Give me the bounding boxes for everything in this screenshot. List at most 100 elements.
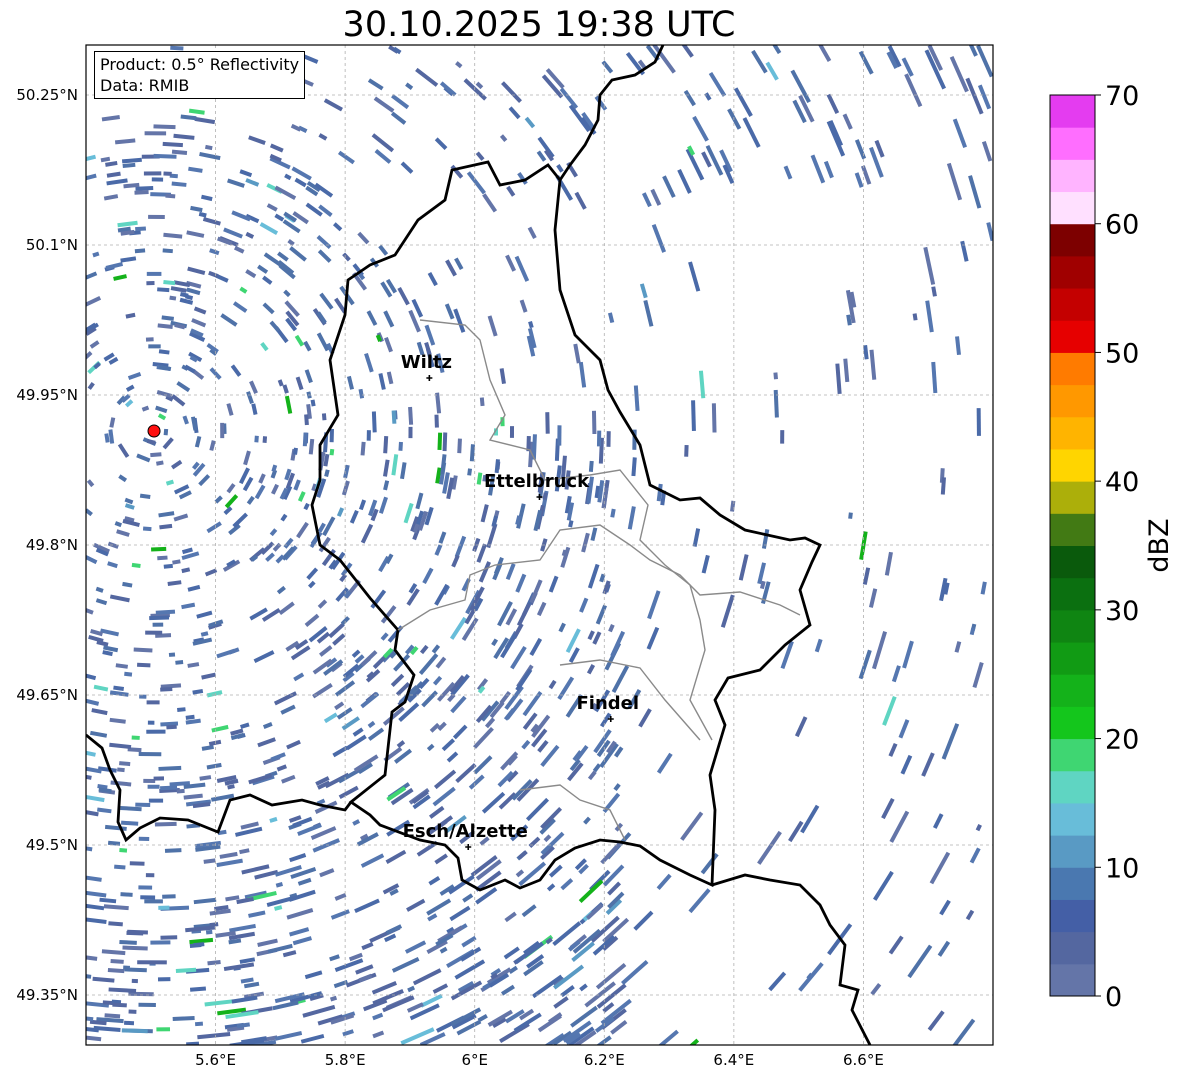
echo-cell: [701, 554, 710, 574]
echo-cell: [289, 927, 310, 937]
echo-cell: [519, 299, 528, 313]
echo-cell: [872, 631, 888, 670]
echo-cell: [321, 413, 327, 421]
echo-cell: [954, 641, 962, 653]
echo-cell: [171, 459, 183, 470]
echo-cell: [163, 563, 173, 569]
echo-cell: [153, 776, 165, 781]
echo-cell: [874, 139, 885, 158]
echo-cell: [587, 630, 595, 641]
echo-cell: [89, 730, 108, 738]
colorbar-swatch: [1050, 867, 1095, 900]
echo-cell: [156, 1027, 171, 1032]
echo-cell: [372, 1012, 384, 1021]
echo-cell: [881, 797, 895, 820]
echo-cell: [939, 899, 951, 916]
axis-ticks: 50.25°N 50.1°N 49.95°N 49.8°N 49.65°N 49.5°N 4…: [16, 86, 884, 1069]
echo-cell: [86, 916, 107, 924]
echo-cell: [152, 622, 164, 627]
echo-cell: [372, 1030, 385, 1039]
echo-cell: [204, 999, 233, 1007]
echo-cell: [352, 819, 361, 826]
echo-cell: [138, 885, 153, 890]
echo-cell: [122, 945, 148, 951]
echo-cell: [143, 778, 156, 783]
echo-cell: [579, 597, 589, 613]
echo-cell: [324, 772, 350, 789]
echo-cell: [104, 1013, 121, 1019]
colorbar-tick-label: 60: [1105, 210, 1139, 241]
echo-cell: [146, 281, 155, 286]
echo-cell: [181, 547, 193, 555]
echo-cell: [548, 575, 559, 593]
city-marker: Wiltz: [401, 352, 452, 381]
echo-cell: [136, 453, 151, 463]
echo-cell: [156, 460, 164, 466]
echo-cell: [390, 673, 405, 687]
echo-cell: [434, 853, 448, 865]
echo-cell: [680, 45, 694, 58]
echo-cell: [108, 987, 137, 993]
echo-cell: [639, 283, 648, 299]
echo-cell: [454, 959, 486, 980]
echo-cell: [156, 390, 173, 398]
echo-cell: [941, 723, 960, 760]
echo-cell: [391, 454, 399, 476]
echo-cell: [553, 996, 569, 1009]
echo-cell: [104, 433, 110, 443]
echo-cell: [160, 687, 173, 692]
echo-cell: [194, 1021, 204, 1027]
echo-cell: [412, 968, 442, 986]
echo-cell: [157, 287, 170, 293]
echo-cell: [378, 373, 386, 390]
echo-cell: [691, 400, 696, 431]
echo-cell: [521, 739, 531, 750]
echo-cell: [405, 82, 414, 90]
echo-cell: [468, 774, 485, 790]
echo-cell: [800, 804, 820, 834]
radar-site-marker: [147, 424, 161, 438]
echo-cell: [239, 169, 253, 178]
echo-cell: [280, 704, 296, 715]
echo-cell: [332, 745, 349, 758]
echo-cell: [684, 445, 689, 457]
echo-cell: [278, 601, 295, 616]
echo-cell: [129, 861, 145, 866]
colorbar-swatch: [1050, 159, 1095, 193]
echo-cell: [469, 444, 475, 462]
echo-cell: [506, 185, 516, 197]
echo-cell: [610, 508, 616, 518]
echo-cell: [848, 512, 853, 519]
echo-cell: [302, 1004, 336, 1018]
echo-cell: [297, 491, 306, 502]
echo-cell: [124, 497, 134, 505]
echo-cell: [229, 923, 256, 933]
echo-cell: [341, 716, 360, 731]
echo-cell: [683, 89, 696, 107]
echo-cell: [193, 897, 217, 905]
colorbar-swatch: [1050, 448, 1095, 482]
echo-cell: [479, 397, 485, 407]
echo-cell: [858, 50, 874, 75]
echo-cell: [122, 162, 136, 168]
echo-cell: [596, 430, 602, 447]
echo-cell: [434, 544, 443, 556]
colorbar-swatch: [1050, 352, 1095, 386]
echo-cell: [101, 949, 126, 956]
reflectivity-echoes: [86, 45, 993, 1045]
echo-cell: [193, 306, 207, 315]
echo-cell: [591, 410, 597, 435]
echo-cell: [504, 911, 517, 923]
echo-cell: [633, 385, 640, 412]
echo-cell: [192, 688, 204, 695]
echo-cell: [249, 380, 258, 394]
echo-cell: [117, 767, 125, 773]
echo-cell: [969, 847, 981, 864]
echo-cell: [176, 381, 191, 393]
echo-cell: [109, 594, 130, 603]
echo-cell: [188, 108, 205, 115]
echo-cell: [587, 563, 600, 589]
echo-cell: [509, 426, 515, 438]
echo-cell: [432, 983, 449, 994]
echo-cell: [366, 310, 378, 326]
